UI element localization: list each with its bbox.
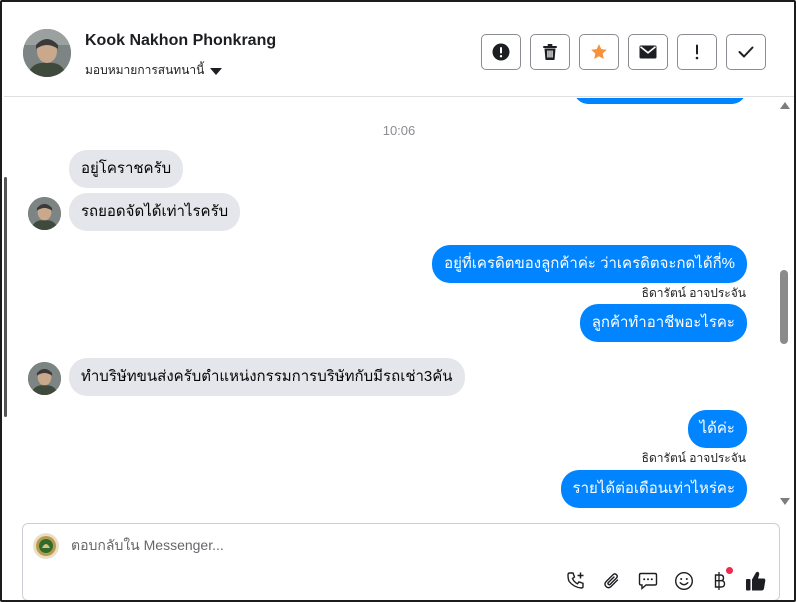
- previous-message-bubble: [574, 98, 746, 104]
- message-bubble-incoming[interactable]: อยู่โคราชครับ: [69, 150, 184, 188]
- alert-circle-icon: [492, 43, 510, 61]
- sender-name: ธิดารัตน์ อาจประจัน: [641, 286, 746, 300]
- message-scrollbar[interactable]: [778, 98, 792, 512]
- check-icon: [738, 46, 754, 58]
- message-bubble-outgoing[interactable]: ลูกค้าทำอาชีพอะไรคะ: [579, 304, 747, 342]
- star-icon: [591, 44, 607, 59]
- reply-composer: [22, 523, 780, 600]
- composer-toolbar: [565, 567, 767, 592]
- scroll-down-arrow-icon[interactable]: [780, 498, 790, 505]
- spam-button[interactable]: [481, 34, 521, 70]
- caret-down-icon: [210, 67, 223, 75]
- conversation-actions: [481, 34, 766, 70]
- mark-unread-button[interactable]: [628, 34, 668, 70]
- message-timestamp: 10:06: [382, 123, 416, 138]
- message-list[interactable]: 10:06 อยู่โคราชครับ รถยอดจัดได้เท่าไรครั…: [4, 98, 776, 512]
- like-button[interactable]: [745, 570, 767, 592]
- baht-icon: [714, 572, 726, 590]
- sender-name: ธิดารัตน์ อาจประจัน: [641, 451, 746, 465]
- payment-button[interactable]: [709, 567, 733, 592]
- thumbs-up-icon: [746, 571, 766, 591]
- saved-replies-button[interactable]: [637, 570, 659, 592]
- mark-done-button[interactable]: [726, 34, 766, 70]
- star-button[interactable]: [579, 34, 619, 70]
- envelope-icon: [639, 45, 657, 59]
- message-bubble-incoming[interactable]: รถยอดจัดได้เท่าไรครับ: [69, 193, 241, 231]
- assign-conversation-dropdown[interactable]: มอบหมายการสนทนานี้: [85, 61, 223, 80]
- call-button[interactable]: [565, 570, 587, 592]
- contact-avatar[interactable]: [23, 29, 71, 77]
- contact-avatar-small: [28, 362, 61, 395]
- scroll-up-arrow-icon[interactable]: [780, 102, 790, 109]
- emoji-button[interactable]: [673, 570, 695, 592]
- assign-label: มอบหมายการสนทนานี้: [85, 63, 205, 77]
- conversation-header: Kook Nakhon Phonkrang มอบหมายการสนทนานี้: [4, 4, 794, 97]
- follow-up-button[interactable]: [677, 34, 717, 70]
- phone-add-icon: [567, 572, 584, 589]
- chat-bubble-icon: [638, 572, 658, 591]
- paperclip-icon: [604, 573, 619, 589]
- page-logo-avatar: [33, 533, 59, 559]
- trash-icon: [543, 44, 557, 60]
- message-bubble-outgoing[interactable]: อยู่ที่เครดิตของลูกค้าค่ะ ว่าเครดิตจะกดไ…: [432, 245, 747, 283]
- exclamation-icon: [695, 44, 699, 60]
- delete-button[interactable]: [530, 34, 570, 70]
- message-bubble-incoming[interactable]: ทำบริษัทขนส่งครับตำแหน่งกรรมการบริษัทกับ…: [69, 358, 465, 396]
- message-bubble-outgoing[interactable]: รายได้ต่อเดือนเท่าไหร่คะ: [560, 470, 747, 508]
- message-bubble-outgoing[interactable]: ได้ค่ะ: [687, 410, 747, 448]
- smiley-icon: [674, 571, 694, 591]
- notification-dot: [726, 567, 733, 574]
- contact-name[interactable]: Kook Nakhon Phonkrang: [85, 32, 276, 50]
- reply-input[interactable]: [71, 537, 571, 553]
- scrollbar-thumb[interactable]: [780, 270, 788, 344]
- attach-button[interactable]: [601, 570, 623, 592]
- conversation-panel: Kook Nakhon Phonkrang มอบหมายการสนทนานี้: [0, 0, 796, 602]
- contact-avatar-small: [28, 197, 61, 230]
